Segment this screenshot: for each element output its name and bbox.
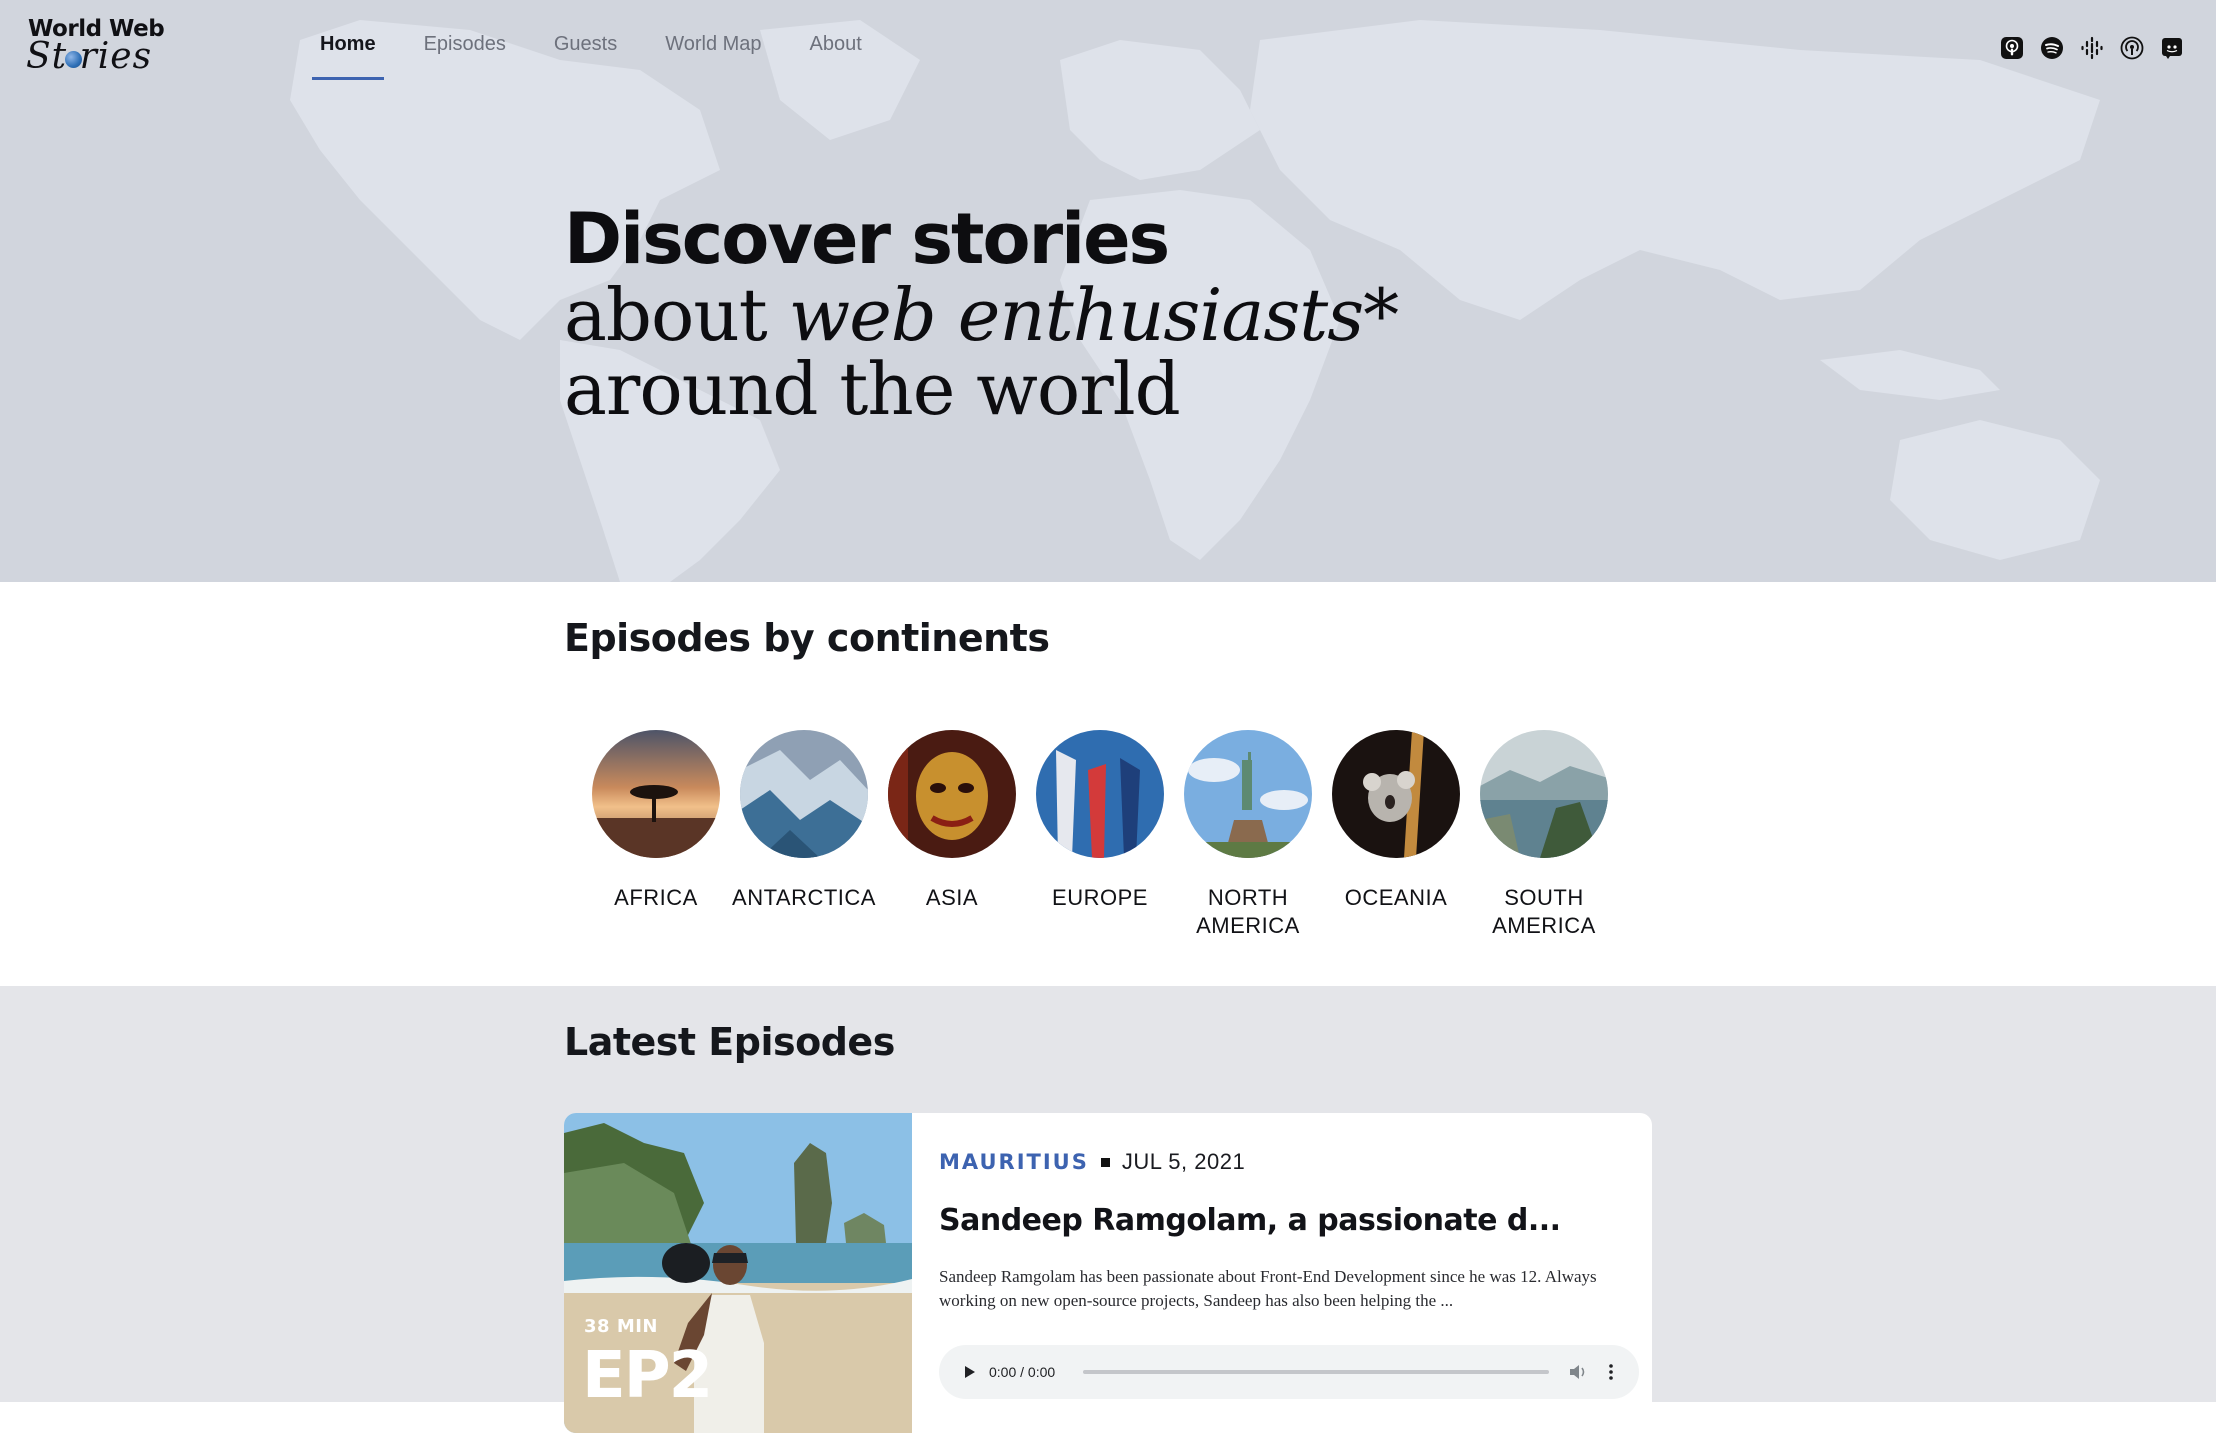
spotify-icon[interactable] xyxy=(2040,36,2064,60)
continent-europe[interactable]: EUROPE xyxy=(1036,730,1164,940)
continent-north-america[interactable]: NORTH AMERICA xyxy=(1184,730,1312,940)
nav-item-world-map[interactable]: World Map xyxy=(661,3,765,82)
continent-label: NORTH AMERICA xyxy=(1196,885,1300,938)
continents-section: Episodes by continents AFRICA ANTARCTICA… xyxy=(0,582,2216,986)
hero-section: World Web St ries Home Episodes Guests W… xyxy=(0,0,2216,582)
nav-item-about[interactable]: About xyxy=(806,3,866,82)
continent-south-america[interactable]: SOUTH AMERICA xyxy=(1480,730,1608,940)
continent-label: AFRICA xyxy=(614,885,698,910)
globe-icon xyxy=(65,51,82,68)
episode-description: Sandeep Ramgolam has been passionate abo… xyxy=(939,1267,1597,1310)
continent-africa[interactable]: AFRICA xyxy=(592,730,720,940)
discord-icon[interactable] xyxy=(2160,36,2184,60)
logo-text-bottom: St ries xyxy=(26,36,153,77)
main-nav: Home Episodes Guests World Map About xyxy=(296,0,886,84)
separator-square-icon xyxy=(1100,1157,1110,1167)
continents-title: Episodes by continents xyxy=(564,616,1050,660)
north-america-thumbnail xyxy=(1184,730,1312,858)
hero-title-line1: Discover stories xyxy=(564,198,1170,280)
nav-item-guests[interactable]: Guests xyxy=(550,3,621,82)
hero-title-line3: around the world xyxy=(564,347,1181,431)
site-logo[interactable]: World Web St ries xyxy=(26,16,176,80)
volume-icon[interactable] xyxy=(1567,1361,1589,1383)
continent-label: ANTARCTICA xyxy=(732,885,876,910)
episode-meta: MAURITIUS JUL 5, 2021 xyxy=(939,1149,1245,1175)
episode-duration: 38 MIN xyxy=(584,1316,658,1337)
hero-line2-prefix: about xyxy=(564,273,789,357)
more-options-icon[interactable] xyxy=(1603,1361,1619,1383)
player-progress-bar[interactable] xyxy=(1083,1370,1549,1374)
africa-thumbnail xyxy=(592,730,720,858)
hero-title-line2: about web enthusiasts* xyxy=(564,278,1399,352)
nav-item-home[interactable]: Home xyxy=(312,3,384,82)
south-america-thumbnail xyxy=(1480,730,1608,858)
nav-item-episodes[interactable]: Episodes xyxy=(420,3,510,82)
continent-asia[interactable]: ASIA xyxy=(888,730,1016,940)
hero-line2-emphasis: web enthusiasts* xyxy=(788,273,1400,357)
antarctica-thumbnail xyxy=(740,730,868,858)
play-icon[interactable] xyxy=(959,1362,979,1382)
google-podcasts-icon[interactable] xyxy=(2080,36,2104,60)
oceania-thumbnail xyxy=(1332,730,1460,858)
continent-oceania[interactable]: OCEANIA xyxy=(1332,730,1460,940)
player-time: 0:00 / 0:00 xyxy=(989,1364,1056,1380)
podcast-broadcast-icon[interactable] xyxy=(2120,36,2144,60)
asia-thumbnail xyxy=(888,730,1016,858)
episode-title-link[interactable]: Sandeep Ramgolam, a passionate d... xyxy=(939,1203,1561,1238)
episode-card[interactable]: 38 MIN EP2 MAURITIUS JUL 5, 2021 Sandeep… xyxy=(564,1113,1652,1433)
episode-date: JUL 5, 2021 xyxy=(1121,1149,1246,1174)
europe-thumbnail xyxy=(1036,730,1164,858)
audio-player: 0:00 / 0:00 xyxy=(939,1345,1639,1399)
continent-label: OCEANIA xyxy=(1344,885,1448,910)
hero-heading: Discover stories about web enthusiasts* … xyxy=(564,198,1399,431)
latest-episodes-section: Latest Episodes 38 MIN EP2 MAURITIUS JUL… xyxy=(0,986,2216,1433)
episode-country-link[interactable]: MAURITIUS xyxy=(939,1150,1089,1174)
continent-label: SOUTH AMERICA xyxy=(1492,885,1596,938)
continent-label: EUROPE xyxy=(1052,885,1148,910)
latest-episodes-title: Latest Episodes xyxy=(564,1020,895,1064)
apple-podcasts-icon[interactable] xyxy=(2000,36,2024,60)
continent-antarctica[interactable]: ANTARCTICA xyxy=(732,730,875,940)
episode-thumbnail[interactable]: 38 MIN EP2 xyxy=(564,1113,912,1433)
social-links xyxy=(2000,36,2184,60)
continents-list: AFRICA ANTARCTICA ASIA EUROPE NORTH AMER… xyxy=(592,730,1608,940)
site-header: World Web St ries Home Episodes Guests W… xyxy=(0,0,2216,100)
continent-label: ASIA xyxy=(925,885,979,910)
